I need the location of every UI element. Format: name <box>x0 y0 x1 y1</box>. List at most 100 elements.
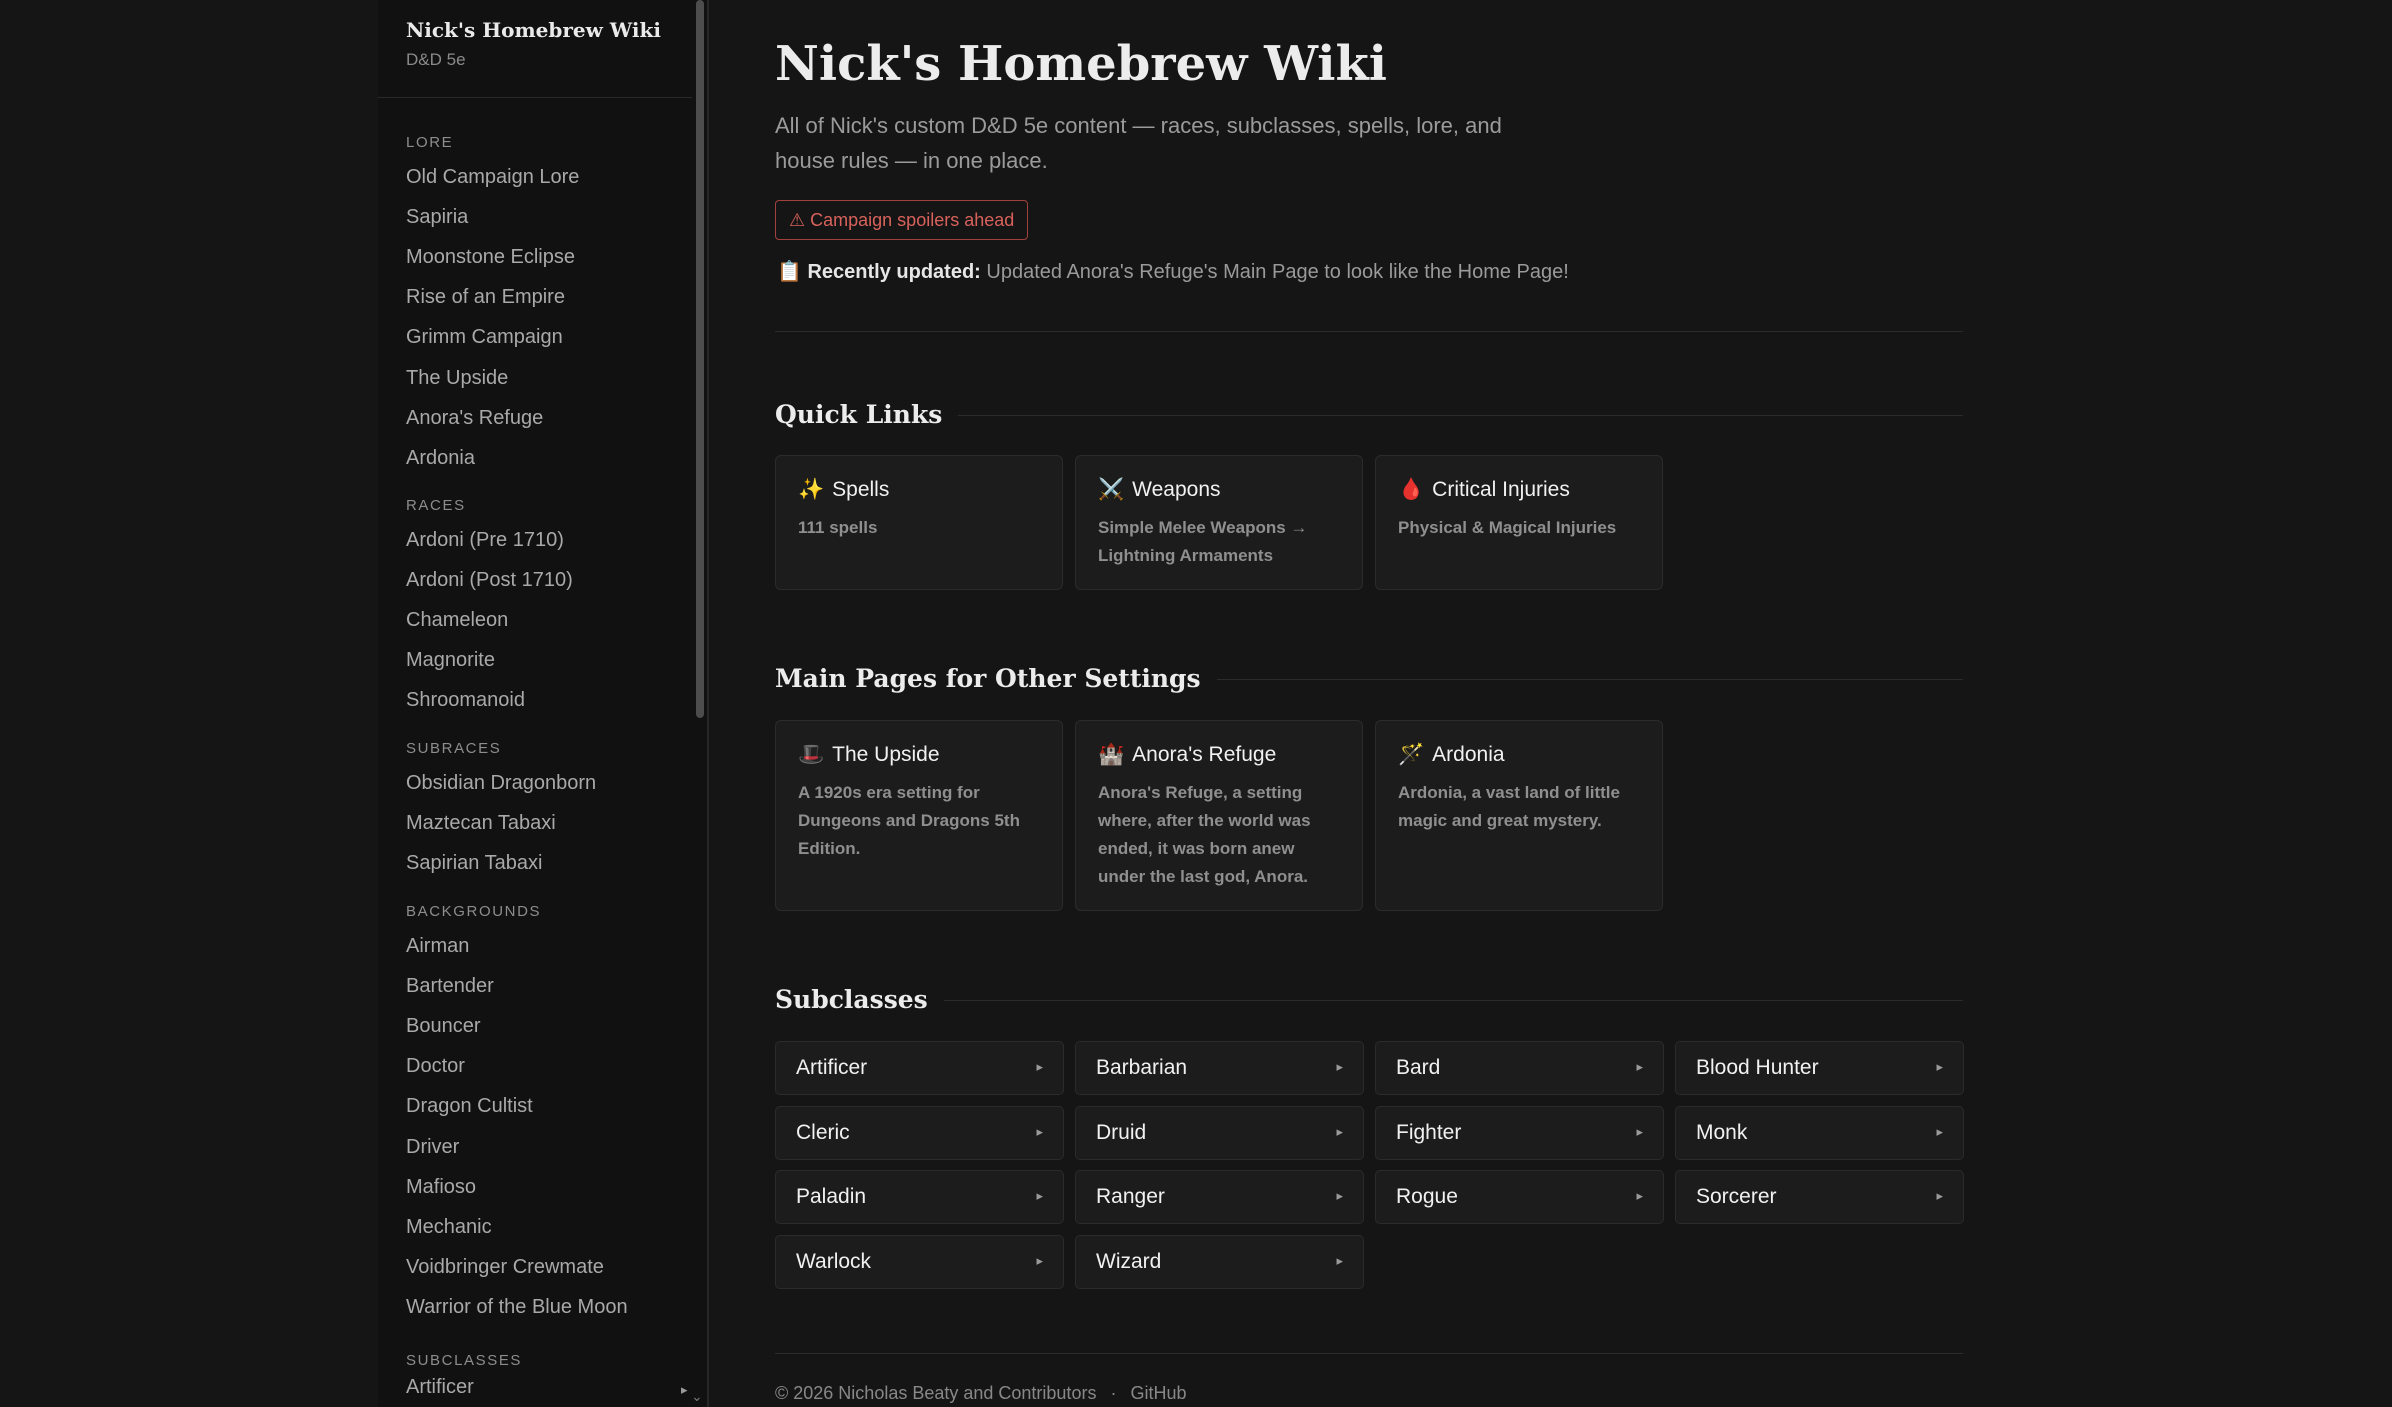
footer-divider <box>775 1353 1963 1354</box>
sidebar-item-warrior-of-the-blue-moon[interactable]: Warrior of the Blue Moon <box>406 1296 628 1319</box>
footer-copyright: © 2026 Nicholas Beaty and Contributors <box>775 1383 1097 1403</box>
sidebar-item-obsidian-dragonborn[interactable]: Obsidian Dragonborn <box>406 772 596 795</box>
card-weapons[interactable]: ⚔️ Weapons Simple Melee Weapons → Lightnin… <box>1075 455 1363 590</box>
sidebar-item-sapiria[interactable]: Sapiria <box>406 206 468 229</box>
sidebar-scrollbar[interactable] <box>696 0 704 718</box>
blood-drop-icon: 🩸 <box>1398 478 1425 501</box>
sidebar-item-the-upside[interactable]: The Upside <box>406 367 508 390</box>
castle-icon: 🏰 <box>1098 743 1125 766</box>
sidebar-item-mafioso[interactable]: Mafioso <box>406 1176 476 1199</box>
sidebar-item-maztecan-tabaxi[interactable]: Maztecan Tabaxi <box>406 812 556 835</box>
card-title-text: Spells <box>832 478 890 501</box>
sidebar-item-bartender[interactable]: Bartender <box>406 975 494 998</box>
subclass-label: Warlock <box>796 1249 872 1273</box>
sidebar-divider <box>378 97 692 98</box>
card-ardonia[interactable]: 🪄 Ardonia Ardonia, a vast land of little m… <box>1375 720 1663 911</box>
clipboard-icon: 📋 <box>777 261 802 283</box>
subclass-label: Sorcerer <box>1696 1185 1777 1208</box>
sidebar-border <box>707 0 709 1407</box>
chevron-right-icon: ▸ <box>1036 1123 1043 1139</box>
sidebar-item-artificer[interactable]: Artificer <box>406 1376 474 1399</box>
recently-updated-label: Recently updated: <box>807 261 981 283</box>
subclass-label: Rogue <box>1396 1185 1458 1208</box>
sidebar-item-bouncer[interactable]: Bouncer <box>406 1015 481 1038</box>
subclass-button-rogue[interactable]: Rogue ▸ <box>1375 1170 1664 1224</box>
subclass-button-paladin[interactable]: Paladin ▸ <box>775 1170 1064 1224</box>
subclass-button-druid[interactable]: Druid ▸ <box>1075 1105 1364 1160</box>
chevron-right-icon: ▸ <box>1936 1123 1943 1139</box>
card-title: 🪄 Ardonia <box>1398 743 1640 767</box>
sidebar-item-shroomanoid[interactable]: Shroomanoid <box>406 689 525 712</box>
card-the-upside[interactable]: 🎩 The Upside A 1920s era setting for Dunge… <box>775 720 1063 911</box>
subclass-label: Cleric <box>796 1120 850 1144</box>
quick-links-heading: Quick Links <box>775 400 959 429</box>
sidebar-item-grimm-campaign[interactable]: Grimm Campaign <box>406 326 563 349</box>
card-critical-injuries[interactable]: 🩸 Critical Injuries Physical & Magical Inj… <box>1375 455 1663 590</box>
subclass-label: Monk <box>1696 1120 1748 1144</box>
main-content: Nick's Homebrew Wiki All of Nick's custo… <box>775 0 1964 1407</box>
recently-updated-text: Updated Anora's Refuge's Main Page to lo… <box>986 261 1569 283</box>
subclass-button-fighter[interactable]: Fighter ▸ <box>1375 1105 1664 1160</box>
subclass-label: Barbarian <box>1096 1056 1188 1079</box>
subclass-button-monk[interactable]: Monk ▸ <box>1675 1105 1964 1160</box>
sidebar-item-anora-s-refuge[interactable]: Anora's Refuge <box>406 407 543 430</box>
nav-heading-races: Races <box>406 497 466 514</box>
chevron-right-icon: ▸ <box>1036 1252 1043 1268</box>
subclass-button-ranger[interactable]: Ranger ▸ <box>1075 1170 1364 1224</box>
subclass-button-bard[interactable]: Bard ▸ <box>1375 1041 1664 1095</box>
subclass-button-barbarian[interactable]: Barbarian ▸ <box>1075 1041 1364 1095</box>
sidebar-item-mechanic[interactable]: Mechanic <box>406 1216 492 1239</box>
sidebar-item-sapirian-tabaxi[interactable]: Sapirian Tabaxi <box>406 852 542 875</box>
spoiler-warning-badge: ⚠ Campaign spoilers ahead <box>775 200 1029 240</box>
footer: © 2026 Nicholas Beaty and Contributors ·… <box>775 1383 1187 1404</box>
sidebar-item-magnorite[interactable]: Magnorite <box>406 649 495 672</box>
chevron-right-icon: ▸ <box>1036 1059 1043 1074</box>
card-description: Ardonia, a vast land of little magic and… <box>1398 783 1620 830</box>
subclass-label: Druid <box>1096 1120 1147 1144</box>
sidebar-item-ardoni-post-1710[interactable]: Ardoni (Post 1710) <box>406 569 573 592</box>
sidebar-item-airman[interactable]: Airman <box>406 935 469 958</box>
card-title: ⚔️ Weapons <box>1098 478 1340 502</box>
sidebar-item-ardonia[interactable]: Ardonia <box>406 447 475 470</box>
site-title[interactable]: Nick's Homebrew Wiki <box>406 18 661 42</box>
subclass-button-cleric[interactable]: Cleric ▸ <box>775 1105 1064 1160</box>
sidebar-item-ardoni-pre-1710[interactable]: Ardoni (Pre 1710) <box>406 529 564 552</box>
chevron-right-icon: ▸ <box>1936 1059 1943 1074</box>
sidebar-item-driver[interactable]: Driver <box>406 1136 459 1159</box>
card-description: Physical & Magical Injuries <box>1398 518 1617 537</box>
sidebar-item-voidbringer-crewmate[interactable]: Voidbringer Crewmate <box>406 1256 604 1279</box>
sidebar-item-doctor[interactable]: Doctor <box>406 1055 465 1078</box>
sidebar-item-rise-of-an-empire[interactable]: Rise of an Empire <box>406 286 565 309</box>
scroll-down-icon[interactable]: ⌄ <box>691 1388 703 1405</box>
chevron-right-icon: ▸ <box>1336 1188 1343 1203</box>
subclass-label: Artificer <box>796 1056 868 1079</box>
nav-heading-backgrounds: Backgrounds <box>406 903 542 920</box>
top-hat-icon: 🎩 <box>798 743 825 766</box>
sidebar-item-dragon-cultist[interactable]: Dragon Cultist <box>406 1095 533 1118</box>
subclass-button-wizard[interactable]: Wizard ▸ <box>1075 1234 1364 1289</box>
footer-separator: · <box>1110 1383 1117 1403</box>
card-anora-s-refuge[interactable]: 🏰 Anora's Refuge Anora's Refuge, a setting… <box>1075 720 1363 911</box>
sparkles-icon: ✨ <box>798 478 825 501</box>
card-description: 111 spells <box>798 518 878 537</box>
sidebar: Nick's Homebrew Wiki D&D 5e Lore Old Camp… <box>378 0 709 1407</box>
subclass-button-sorcerer[interactable]: Sorcerer ▸ <box>1675 1170 1964 1224</box>
crossed-swords-icon: ⚔️ <box>1098 478 1125 501</box>
subclass-label: Wizard <box>1096 1249 1162 1273</box>
other-settings-heading: Main Pages for Other Settings <box>775 664 1217 693</box>
subclass-button-blood-hunter[interactable]: Blood Hunter ▸ <box>1675 1041 1964 1095</box>
expand-caret-icon[interactable]: ▸ <box>681 1382 688 1398</box>
card-title-text: Weapons <box>1132 478 1221 501</box>
sidebar-item-chameleon[interactable]: Chameleon <box>406 609 508 632</box>
sidebar-item-moonstone-eclipse[interactable]: Moonstone Eclipse <box>406 246 575 269</box>
subclass-button-warlock[interactable]: Warlock ▸ <box>775 1234 1064 1289</box>
github-link[interactable]: GitHub <box>1130 1383 1186 1403</box>
sidebar-brand[interactable]: Nick's Homebrew Wiki D&D 5e <box>406 18 661 70</box>
sidebar-item-old-campaign-lore[interactable]: Old Campaign Lore <box>406 166 579 189</box>
nav-heading-subraces: Subraces <box>406 740 502 757</box>
chevron-right-icon: ▸ <box>1636 1188 1643 1203</box>
subclass-button-artificer[interactable]: Artificer ▸ <box>775 1041 1064 1095</box>
card-spells[interactable]: ✨ Spells 111 spells <box>775 455 1063 590</box>
chevron-right-icon: ▸ <box>1336 1059 1343 1074</box>
subclass-label: Fighter <box>1396 1120 1462 1144</box>
